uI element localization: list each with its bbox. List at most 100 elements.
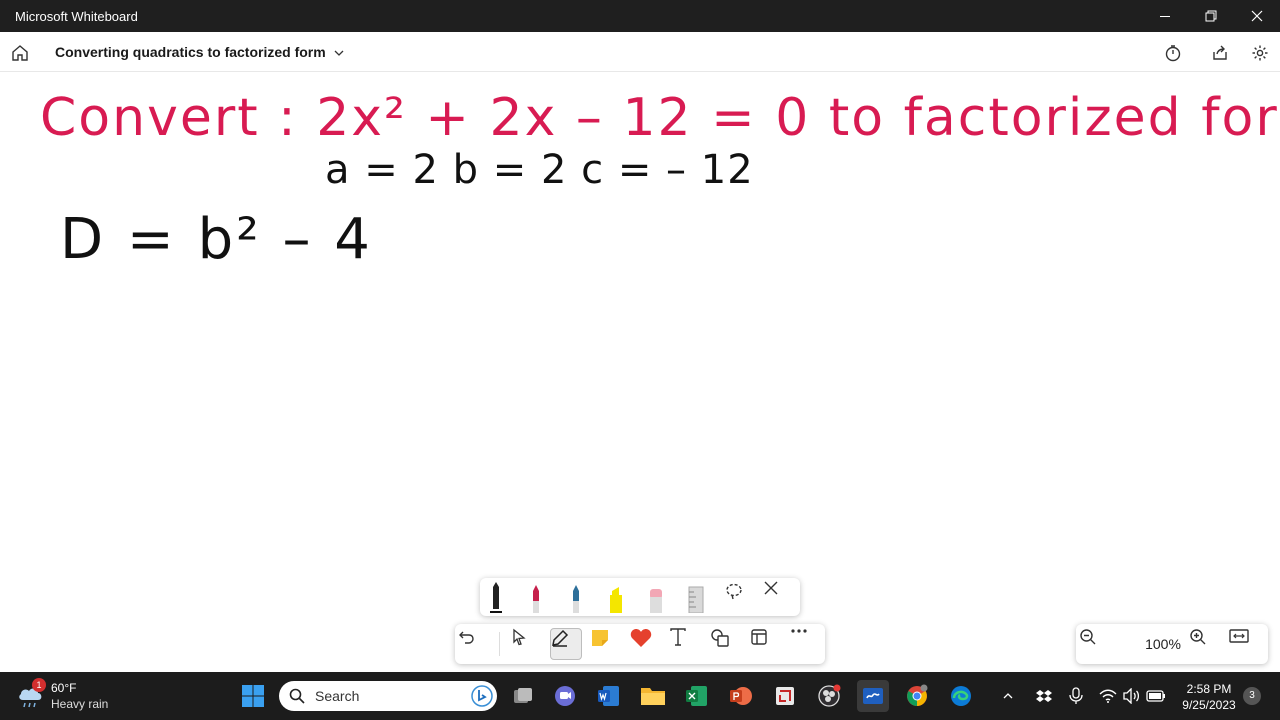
file-explorer-app[interactable]	[637, 680, 669, 712]
edge-icon	[951, 686, 971, 706]
undo-button[interactable]	[458, 628, 490, 660]
close-icon	[1251, 10, 1263, 22]
red-pen-tool[interactable]	[524, 581, 556, 613]
wifi-tray[interactable]	[1096, 680, 1120, 712]
teams-chat-button[interactable]	[549, 680, 581, 712]
weather-condition: Heavy rain	[51, 697, 109, 711]
blue-pen-icon	[573, 585, 579, 613]
home-icon	[12, 45, 28, 61]
dropbox-icon	[1036, 690, 1052, 702]
fit-to-screen-button[interactable]	[1229, 628, 1261, 660]
board-title[interactable]: Converting quadratics to factorized form	[55, 44, 326, 60]
whiteboard-app-icon	[863, 688, 883, 704]
sticky-note-tool[interactable]	[590, 628, 622, 660]
blue-pen-tool[interactable]	[564, 581, 596, 613]
microphone-tray[interactable]	[1064, 680, 1088, 712]
taskbar-clock[interactable]: 2:58 PM 9/25/2023	[1175, 681, 1243, 713]
excel-app[interactable]	[681, 680, 713, 712]
home-button[interactable]	[7, 40, 33, 66]
eraser-tool[interactable]	[644, 581, 676, 613]
eraser-icon	[650, 589, 662, 613]
notification-badge[interactable]: 3	[1243, 687, 1261, 705]
close-icon	[764, 581, 778, 595]
ink-line-title: Convert : 2x² + 2x – 12 = 0 to factorize…	[40, 88, 1280, 148]
dropbox-tray[interactable]	[1032, 680, 1056, 712]
task-view-icon	[514, 688, 532, 703]
share-button[interactable]	[1207, 40, 1233, 66]
gear-icon	[1252, 45, 1268, 61]
whiteboard-canvas[interactable]: Convert : 2x² + 2x – 12 = 0 to factorize…	[0, 73, 1280, 672]
timer-button[interactable]	[1160, 40, 1186, 66]
word-icon	[598, 686, 619, 706]
heart-icon	[630, 629, 652, 647]
undo-icon	[459, 631, 474, 644]
templates-icon	[751, 629, 767, 645]
powerpoint-app[interactable]	[725, 680, 757, 712]
ruler-icon	[688, 586, 704, 613]
timer-icon	[1165, 45, 1181, 62]
obs-app[interactable]	[813, 680, 845, 712]
black-pen-tool[interactable]	[484, 581, 516, 613]
restore-button[interactable]	[1188, 0, 1234, 32]
microphone-icon	[1069, 687, 1083, 704]
close-window-button[interactable]	[1234, 0, 1280, 32]
more-options-button[interactable]	[790, 628, 822, 660]
ink-line-coefficients: a = 2 b = 2 c = – 12	[325, 147, 754, 193]
zoom-level[interactable]: 100%	[1138, 636, 1188, 652]
ruler-tool[interactable]	[684, 581, 716, 613]
shapes-tool[interactable]	[710, 628, 742, 660]
sticky-note-icon	[592, 630, 608, 646]
edge-app[interactable]	[945, 680, 977, 712]
more-icon	[791, 629, 807, 633]
board-header: Converting quadratics to factorized form	[0, 32, 1280, 72]
fit-screen-icon	[1229, 629, 1249, 643]
lasso-icon	[726, 583, 742, 600]
ink-line-discriminant: D = b² – 4	[60, 207, 373, 272]
board-title-dropdown[interactable]	[326, 40, 352, 66]
shapes-icon	[711, 629, 729, 647]
snipping-tool-app[interactable]	[769, 680, 801, 712]
chevron-up-icon	[1003, 693, 1013, 699]
speaker-icon	[1123, 688, 1140, 704]
templates-tool[interactable]	[750, 628, 782, 660]
folder-icon	[641, 688, 665, 705]
excel-icon	[686, 686, 707, 706]
select-tool[interactable]	[510, 628, 542, 660]
battery-icon	[1146, 690, 1165, 702]
yellow-highlighter-tool[interactable]	[604, 581, 636, 613]
weather-widget[interactable]: 1	[16, 678, 48, 712]
weather-alert-badge: 1	[32, 678, 46, 692]
search-icon	[289, 688, 305, 704]
word-app[interactable]	[593, 680, 625, 712]
chat-icon	[555, 686, 575, 706]
zoom-in-button[interactable]	[1189, 628, 1221, 660]
chrome-app[interactable]	[901, 680, 933, 712]
close-pen-tray-button[interactable]	[764, 581, 796, 613]
inking-tool[interactable]	[550, 628, 582, 660]
black-pen-icon	[490, 582, 502, 613]
volume-tray[interactable]	[1120, 680, 1144, 712]
settings-button[interactable]	[1247, 40, 1273, 66]
minimize-icon	[1160, 15, 1170, 17]
show-hidden-icons-button[interactable]	[996, 680, 1020, 712]
weather-temperature: 60°F	[51, 681, 77, 695]
text-tool[interactable]	[670, 628, 702, 660]
obs-icon	[818, 684, 841, 707]
start-button[interactable]	[237, 680, 269, 712]
reactions-tool[interactable]	[630, 628, 662, 660]
toolbar-divider	[499, 632, 500, 656]
cursor-icon	[513, 628, 526, 646]
minimize-button[interactable]	[1142, 0, 1188, 32]
battery-tray[interactable]	[1144, 680, 1168, 712]
task-view-button[interactable]	[507, 680, 539, 712]
zoom-out-icon	[1080, 629, 1096, 645]
lasso-tool[interactable]	[724, 581, 756, 613]
snipping-tool-icon	[776, 687, 794, 705]
zoom-out-button[interactable]	[1079, 628, 1111, 660]
main-toolbar	[455, 624, 825, 664]
restore-icon	[1205, 10, 1217, 22]
whiteboard-app[interactable]	[857, 680, 889, 712]
wifi-icon	[1099, 689, 1117, 703]
taskbar-search-box[interactable]: Search	[279, 681, 497, 711]
pen-icon	[552, 629, 569, 647]
